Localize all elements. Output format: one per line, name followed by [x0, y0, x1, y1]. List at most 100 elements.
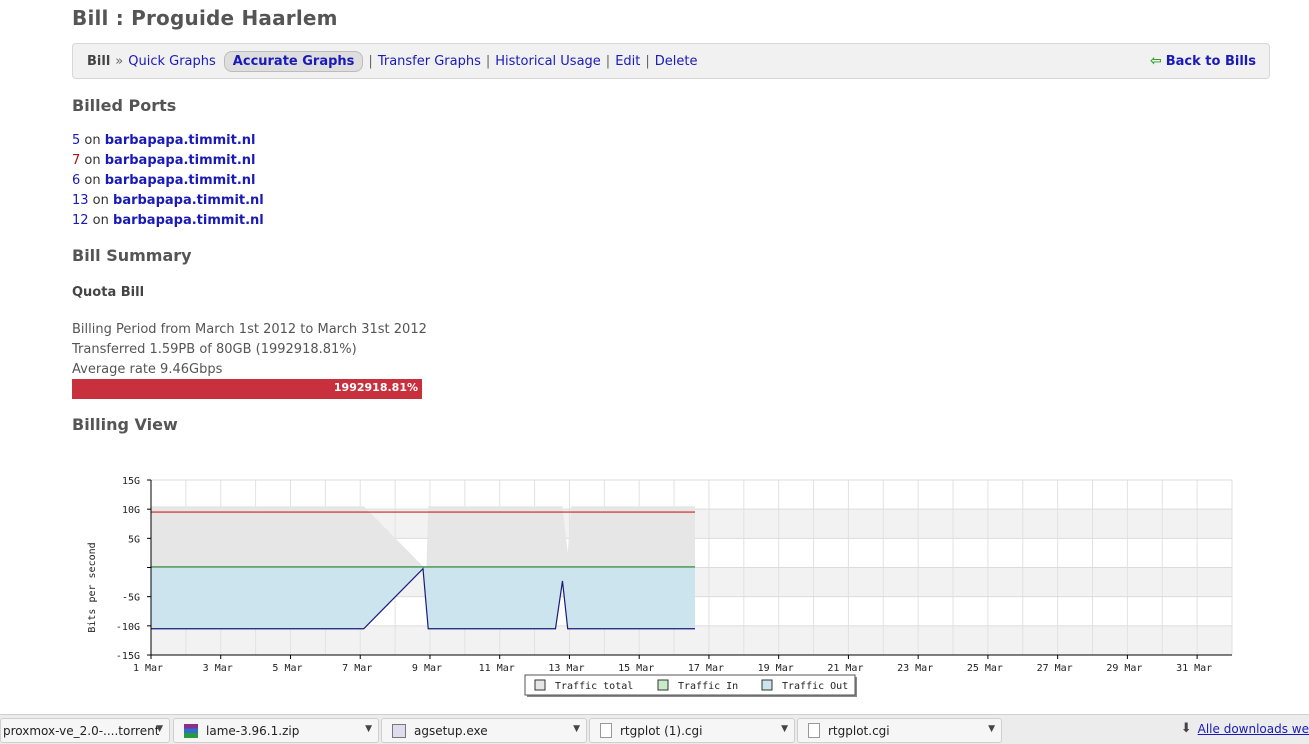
left-arrow-icon: ⇦	[1150, 53, 1162, 69]
port-on-text: on	[80, 133, 105, 148]
x-tick-label: 13 Mar	[548, 663, 584, 674]
x-tick-label: 25 Mar	[967, 663, 1003, 674]
dropdown-arrow-icon[interactable]: ▼	[156, 724, 163, 734]
page-title: Bill : Proguide Haarlem	[72, 6, 338, 30]
port-number-link[interactable]: 12	[72, 213, 89, 228]
legend-entry: Traffic Out	[782, 681, 848, 692]
port-on-text: on	[88, 213, 114, 228]
x-tick-label: 9 Mar	[412, 663, 442, 674]
bill-summary-info: Billing Period from March 1st 2012 to Ma…	[72, 320, 427, 380]
quick-graphs-link[interactable]: Quick Graphs	[128, 54, 216, 69]
bill-summary-heading: Bill Summary	[72, 246, 192, 265]
x-tick-label: 31 Mar	[1176, 663, 1212, 674]
billing-period: Billing Period from March 1st 2012 to Ma…	[72, 322, 427, 337]
x-tick-label: 29 Mar	[1106, 663, 1142, 674]
billed-port-item: 13 on barbapapa.timmit.nl	[72, 191, 264, 211]
winrar-archive-icon	[184, 723, 198, 738]
x-tick-label: 23 Mar	[897, 663, 933, 674]
billed-port-item: 7 on barbapapa.timmit.nl	[72, 151, 264, 171]
breadcrumb: Bill » Quick Graphs Accurate Graphs | Tr…	[87, 44, 697, 78]
download-filename: lame-3.96.1.zip	[206, 723, 300, 738]
breadcrumb-separator: »	[115, 53, 124, 69]
device-hostname-link[interactable]: barbapapa.timmit.nl	[105, 173, 256, 188]
nav-divider: |	[605, 53, 611, 69]
device-hostname-link[interactable]: barbapapa.timmit.nl	[113, 193, 264, 208]
legend-entry: Traffic total	[555, 681, 633, 692]
download-item[interactable]: agsetup.exe ▼	[381, 718, 587, 743]
legend-swatch	[761, 679, 773, 691]
y-tick-label: 5G	[128, 534, 140, 545]
x-tick-label: 21 Mar	[827, 663, 863, 674]
x-tick-label: 5 Mar	[272, 663, 302, 674]
transferred-amount: Transferred 1.59PB of 80GB (1992918.81%)	[72, 342, 357, 357]
port-number-link[interactable]: 13	[72, 193, 89, 208]
device-hostname-link[interactable]: barbapapa.timmit.nl	[113, 213, 264, 228]
download-filename: proxmox-ve_2.0-....torrent	[3, 723, 160, 738]
x-tick-label: 19 Mar	[758, 663, 794, 674]
download-item[interactable]: rtgplot (1).cgi ▼	[589, 718, 795, 743]
back-to-bills-link[interactable]: ⇦ Back to Bills	[1150, 44, 1256, 78]
download-filename: rtgplot (1).cgi	[620, 723, 703, 738]
document-file-icon	[600, 723, 612, 738]
y-tick-label: 10G	[122, 505, 140, 516]
chart-band	[151, 625, 1232, 655]
download-item[interactable]: lame-3.96.1.zip ▼	[173, 718, 379, 743]
nav-divider: |	[368, 53, 373, 69]
device-hostname-link[interactable]: barbapapa.timmit.nl	[105, 153, 256, 168]
average-rate: Average rate 9.46Gbps	[72, 362, 223, 377]
port-on-text: on	[80, 173, 105, 188]
billed-ports-list: 5 on barbapapa.timmit.nl 7 on barbapapa.t…	[72, 131, 264, 231]
download-filename: rtgplot.cgi	[828, 723, 890, 738]
billed-ports-heading: Billed Ports	[72, 96, 177, 115]
historical-usage-link[interactable]: Historical Usage	[495, 54, 601, 69]
billing-view-heading: Billing View	[72, 415, 178, 434]
download-item[interactable]: proxmox-ve_2.0-....torrent ▼	[0, 718, 170, 743]
downloads-bar: proxmox-ve_2.0-....torrent ▼ lame-3.96.1.z…	[0, 714, 1309, 744]
billed-port-item: 6 on barbapapa.timmit.nl	[72, 171, 264, 191]
billed-port-item: 5 on barbapapa.timmit.nl	[72, 131, 264, 151]
document-file-icon	[808, 723, 820, 738]
y-tick-label: 15G	[122, 476, 140, 487]
quota-bill-label: Quota Bill	[72, 285, 145, 300]
download-arrow-icon: ⬇	[1180, 721, 1192, 736]
legend-swatch	[657, 679, 669, 691]
back-to-bills-label: Back to Bills	[1165, 53, 1256, 69]
x-tick-label: 11 Mar	[479, 663, 515, 674]
download-filename: agsetup.exe	[414, 723, 488, 738]
edit-link[interactable]: Edit	[615, 54, 640, 69]
x-tick-label: 15 Mar	[618, 663, 654, 674]
quota-usage-bar: 1992918.81%	[72, 379, 422, 399]
nav-divider: |	[485, 53, 491, 69]
delete-link[interactable]: Delete	[655, 54, 698, 69]
billed-port-item: 12 on barbapapa.timmit.nl	[72, 211, 264, 231]
all-downloads-link[interactable]: Alle downloads we	[1198, 722, 1309, 736]
y-tick-label: -10G	[116, 622, 140, 633]
installer-exe-icon	[392, 723, 406, 738]
y-tick-label: -15G	[116, 651, 140, 662]
transfer-graphs-link[interactable]: Transfer Graphs	[378, 54, 481, 69]
dropdown-arrow-icon[interactable]: ▼	[573, 724, 580, 734]
x-tick-label: 17 Mar	[688, 663, 724, 674]
dropdown-arrow-icon[interactable]: ▼	[781, 724, 788, 734]
legend-entry: Traffic In	[678, 681, 738, 692]
quota-usage-percent: 1992918.81%	[333, 381, 418, 394]
port-on-text: on	[88, 193, 114, 208]
dropdown-arrow-icon[interactable]: ▼	[365, 724, 372, 734]
x-tick-label: 3 Mar	[203, 663, 233, 674]
dropdown-arrow-icon[interactable]: ▼	[988, 724, 995, 734]
accurate-graphs-tab[interactable]: Accurate Graphs	[223, 50, 364, 72]
all-downloads[interactable]: ⬇ Alle downloads we	[1181, 721, 1309, 736]
x-tick-label: 7 Mar	[342, 663, 372, 674]
billing-traffic-chart: 15G 10G 5G -5G -10G -15G1 Mar 3 Mar 5 Mar 7 Mar 9…	[87, 476, 1233, 697]
bill-navigation-bar: Bill » Quick Graphs Accurate Graphs | Tr…	[72, 43, 1270, 79]
legend-swatch	[534, 679, 546, 691]
x-tick-label: 27 Mar	[1037, 663, 1073, 674]
port-on-text: on	[80, 153, 105, 168]
breadcrumb-bill: Bill	[87, 53, 111, 69]
download-item[interactable]: rtgplot.cgi ▼	[797, 718, 1002, 743]
y-tick-label: -5G	[122, 593, 140, 604]
device-hostname-link[interactable]: barbapapa.timmit.nl	[105, 133, 256, 148]
y-axis-label: Bits per second	[87, 542, 98, 632]
x-tick-label: 1 Mar	[133, 663, 163, 674]
nav-divider: |	[645, 53, 650, 69]
